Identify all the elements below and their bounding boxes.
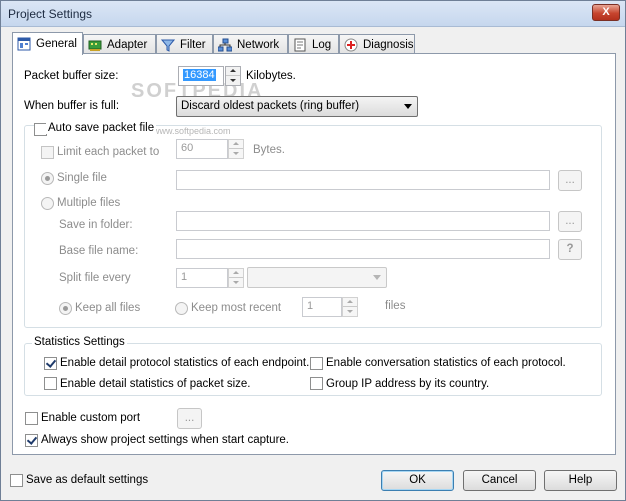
window-title: Project Settings [8, 7, 93, 21]
single-file-input[interactable] [176, 170, 550, 190]
save-default-label: Save as default settings [26, 474, 149, 486]
adapter-icon [88, 38, 102, 52]
custom-port-checkbox[interactable] [25, 412, 38, 425]
buffer-size-unit: Kilobytes. [246, 70, 296, 82]
limit-packet-checkbox[interactable] [41, 146, 54, 159]
diagnosis-icon [344, 38, 358, 52]
tab-general-label: General [36, 38, 77, 50]
buffer-size-label: Packet buffer size: [24, 70, 119, 82]
conversation-stats-label: Enable conversation statistics of each p… [326, 357, 566, 369]
limit-packet-input[interactable]: 60 [176, 139, 228, 159]
save-folder-label: Save in folder: [59, 219, 133, 231]
tab-log[interactable]: Log [288, 34, 339, 54]
tab-diagnosis-label: Diagnosis [363, 38, 414, 51]
help-button[interactable]: Help [544, 470, 617, 491]
close-button[interactable]: X [592, 4, 620, 21]
tab-adapter[interactable]: Adapter [83, 34, 156, 54]
buffer-full-label: When buffer is full: [24, 100, 120, 112]
statistics-title: Statistics Settings [32, 336, 127, 348]
packet-size-stats-label: Enable detail statistics of packet size. [60, 378, 251, 390]
tab-general[interactable]: General [12, 32, 83, 55]
chevron-down-icon [373, 275, 381, 280]
keep-recent-input[interactable]: 1 [302, 297, 342, 317]
single-file-radio[interactable] [41, 172, 54, 185]
limit-packet-unit: Bytes. [253, 144, 285, 156]
keep-recent-label: Keep most recent [191, 302, 282, 314]
general-tab-panel: SOFTPEDIA www.softpedia.com Packet buffe… [12, 53, 616, 455]
tab-filter[interactable]: Filter [156, 34, 213, 54]
network-icon [217, 38, 233, 52]
always-show-label: Always show project settings when start … [41, 434, 290, 446]
base-name-label: Base file name: [59, 245, 139, 257]
single-file-label: Single file [57, 172, 107, 184]
project-settings-dialog: Project Settings X General Adapter Filte… [0, 0, 626, 501]
cancel-button[interactable]: Cancel [463, 470, 536, 491]
buffer-size-spinner[interactable] [225, 66, 241, 86]
buffer-full-select[interactable]: Discard oldest packets (ring buffer) [176, 96, 418, 117]
auto-save-label: Auto save packet file [46, 122, 157, 134]
title-bar: Project Settings X [1, 1, 625, 27]
packet-size-stats-checkbox[interactable] [44, 377, 57, 390]
buffer-size-value: 16384 [183, 69, 216, 81]
keep-recent-spinner[interactable] [342, 297, 358, 317]
files-label: files [385, 300, 406, 312]
limit-packet-label: Limit each packet to [57, 146, 160, 158]
conversation-stats-checkbox[interactable] [310, 357, 323, 370]
keep-recent-radio[interactable] [175, 302, 188, 315]
keep-all-label: Keep all files [75, 302, 141, 314]
ok-button[interactable]: OK [381, 470, 454, 491]
split-file-input[interactable]: 1 [176, 268, 228, 288]
limit-packet-spinner[interactable] [228, 139, 244, 159]
keep-all-radio[interactable] [59, 302, 72, 315]
tab-filter-label: Filter [180, 38, 206, 51]
save-default-checkbox[interactable] [10, 474, 23, 487]
base-name-input[interactable] [176, 239, 550, 259]
endpoint-stats-label: Enable detail protocol statistics of eac… [60, 357, 310, 369]
buffer-full-value: Discard oldest packets (ring buffer) [181, 100, 360, 112]
split-unit-select[interactable] [247, 267, 387, 288]
filter-icon [160, 38, 176, 52]
always-show-checkbox[interactable] [25, 434, 38, 447]
general-icon [17, 37, 31, 51]
tab-adapter-label: Adapter [107, 38, 148, 51]
custom-port-button[interactable]: ... [177, 408, 202, 429]
endpoint-stats-checkbox[interactable] [44, 357, 57, 370]
multiple-files-radio[interactable] [41, 197, 54, 210]
tab-network[interactable]: Network [213, 34, 288, 54]
tab-log-label: Log [312, 38, 332, 51]
chevron-down-icon [404, 104, 412, 109]
tab-network-label: Network [237, 38, 280, 51]
save-folder-input[interactable] [176, 211, 550, 231]
tab-diagnosis[interactable]: Diagnosis [339, 34, 415, 54]
group-ip-label: Group IP address by its country. [326, 378, 490, 390]
multiple-files-label: Multiple files [57, 197, 121, 209]
help-question-button[interactable]: ? [558, 239, 582, 260]
browse-single-file-button[interactable]: ... [558, 170, 582, 191]
log-icon [293, 38, 307, 52]
split-file-label: Split file every [59, 272, 131, 284]
custom-port-label: Enable custom port [41, 412, 141, 424]
group-ip-checkbox[interactable] [310, 377, 323, 390]
split-file-spinner[interactable] [228, 268, 244, 288]
buffer-size-input[interactable]: 16384 [178, 66, 224, 86]
browse-folder-button[interactable]: ... [558, 211, 582, 232]
